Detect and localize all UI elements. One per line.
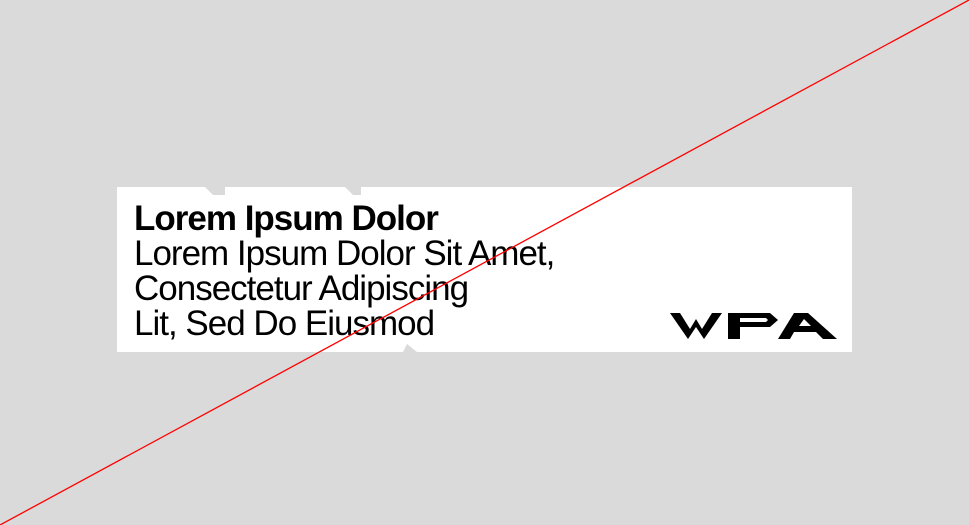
wpa-logo-icon xyxy=(670,313,837,339)
text-block: Lorem Ipsum Dolor Lorem Ipsum Dolor Sit … xyxy=(134,201,694,341)
body-line-3: Lit, Sed Do Eiusmod xyxy=(134,304,435,343)
body-line-1: Lorem Ipsum Dolor Sit Amet, xyxy=(134,234,555,273)
headline: Lorem Ipsum Dolor xyxy=(134,199,439,238)
body-line-2: Consectetur Adipiscing xyxy=(134,269,469,308)
canvas: Lorem Ipsum Dolor Lorem Ipsum Dolor Sit … xyxy=(0,0,969,525)
banner-card: Lorem Ipsum Dolor Lorem Ipsum Dolor Sit … xyxy=(117,187,852,352)
